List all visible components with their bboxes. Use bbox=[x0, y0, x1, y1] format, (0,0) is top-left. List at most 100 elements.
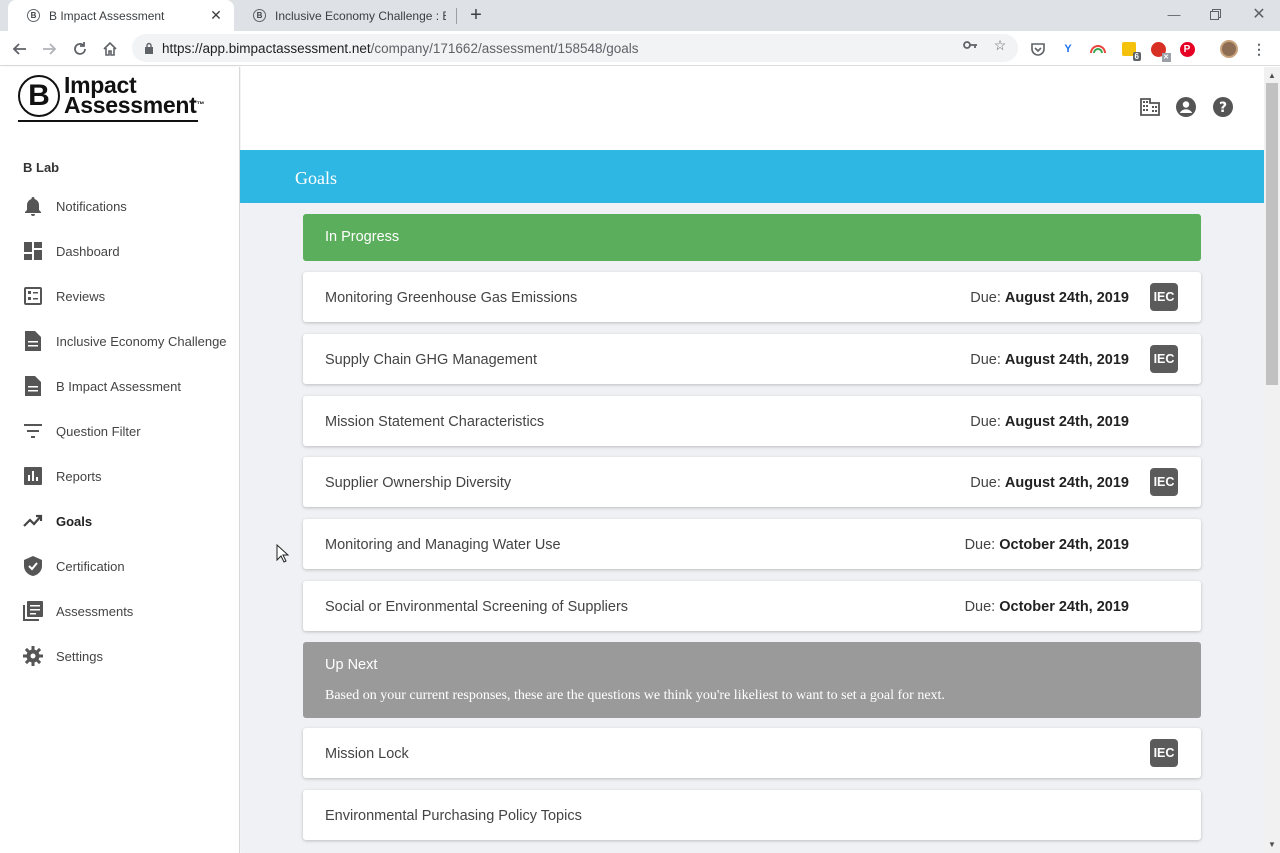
iec-badge: IEC bbox=[1150, 345, 1178, 373]
sidebar-item-certification[interactable]: Certification bbox=[23, 551, 233, 581]
suggested-goal-card[interactable]: Environmental Purchasing Policy Topics bbox=[303, 790, 1201, 840]
goal-due-date: Due: August 24th, 2019 bbox=[970, 414, 1129, 430]
suggested-goal-card[interactable]: Mission Lock IEC bbox=[303, 728, 1201, 778]
account-circle-icon[interactable] bbox=[1175, 96, 1197, 118]
goal-card[interactable]: Social or Environmental Screening of Sup… bbox=[303, 581, 1201, 631]
goal-due-date: Due: October 24th, 2019 bbox=[964, 537, 1129, 553]
browser-tab-inactive[interactable]: B Inclusive Economy Challenge : B bbox=[234, 0, 456, 31]
svg-text:?: ? bbox=[1219, 100, 1227, 116]
sidebar-item-settings[interactable]: Settings bbox=[23, 641, 233, 671]
key-icon[interactable] bbox=[962, 37, 978, 53]
help-circle-icon[interactable]: ? bbox=[1212, 96, 1234, 118]
goal-title: Social or Environmental Screening of Sup… bbox=[325, 599, 629, 615]
tab-title: Inclusive Economy Challenge : B bbox=[275, 8, 446, 23]
browser-toolbar: https://app.bimpactassessment.net/compan… bbox=[0, 31, 1280, 66]
goal-title: Mission Lock bbox=[325, 746, 409, 762]
star-icon[interactable]: ☆ bbox=[992, 37, 1008, 53]
goal-title: Monitoring Greenhouse Gas Emissions bbox=[325, 290, 578, 306]
sidebar-item-b-impact-assessment[interactable]: B Impact Assessment bbox=[23, 371, 233, 401]
goal-title: Mission Statement Characteristics bbox=[325, 414, 545, 430]
address-bar[interactable]: https://app.bimpactassessment.net/compan… bbox=[132, 34, 1018, 62]
document-icon bbox=[23, 331, 43, 351]
goal-title: Supplier Ownership Diversity bbox=[325, 475, 512, 491]
gear-icon bbox=[23, 646, 43, 666]
org-name: B Lab bbox=[23, 160, 60, 175]
rainbow-extension-icon[interactable] bbox=[1089, 40, 1107, 58]
sidebar-item-inclusive-economy-challenge[interactable]: Inclusive Economy Challenge bbox=[23, 326, 233, 356]
sidebar-item-question-filter[interactable]: Question Filter bbox=[23, 416, 233, 446]
profile-avatar-icon[interactable] bbox=[1220, 40, 1238, 58]
iec-badge: IEC bbox=[1150, 739, 1178, 767]
red-extension-icon[interactable]: ✕ bbox=[1149, 40, 1171, 62]
browser-tab-active[interactable]: B B Impact Assessment ✕ bbox=[8, 0, 234, 31]
bell-icon bbox=[23, 196, 43, 216]
reload-icon[interactable] bbox=[69, 38, 91, 60]
pinterest-extension-icon[interactable]: P bbox=[1178, 40, 1196, 58]
company-building-icon[interactable] bbox=[1139, 96, 1161, 118]
notes-extension-icon[interactable]: 6 bbox=[1120, 40, 1141, 61]
scrollbar-thumb[interactable] bbox=[1266, 83, 1278, 385]
extension-badge: 6 bbox=[1132, 52, 1141, 61]
sidebar-item-goals[interactable]: Goals bbox=[23, 506, 233, 536]
pocket-extension-icon[interactable] bbox=[1029, 40, 1047, 58]
goal-title: Environmental Purchasing Policy Topics bbox=[325, 808, 582, 824]
goal-due-date: Due: August 24th, 2019 bbox=[970, 290, 1129, 306]
goal-due-date: Due: October 24th, 2019 bbox=[964, 599, 1129, 615]
filter-icon bbox=[23, 421, 43, 441]
sidebar-item-dashboard[interactable]: Dashboard bbox=[23, 236, 233, 266]
section-description: Based on your current responses, these a… bbox=[325, 688, 945, 703]
goal-card[interactable]: Mission Statement Characteristics Due: A… bbox=[303, 396, 1201, 446]
goal-card[interactable]: Supplier Ownership Diversity Due: August… bbox=[303, 457, 1201, 507]
sidebar-item-reports[interactable]: Reports bbox=[23, 461, 233, 491]
new-tab-button[interactable]: + bbox=[466, 5, 486, 25]
goal-title: Monitoring and Managing Water Use bbox=[325, 537, 561, 553]
goal-card[interactable]: Supply Chain GHG Management Due: August … bbox=[303, 334, 1201, 384]
sidebar-item-reviews[interactable]: Reviews bbox=[23, 281, 233, 311]
page-title: Goals bbox=[295, 168, 337, 188]
app-header: ? bbox=[241, 67, 1264, 150]
logo-wordmark: Impact Assessment™ bbox=[64, 72, 205, 118]
document-icon bbox=[23, 376, 43, 396]
sidebar-item-notifications[interactable]: Notifications bbox=[23, 191, 233, 221]
in-progress-header: In Progress bbox=[303, 214, 1201, 261]
b-favicon-icon: B bbox=[27, 9, 40, 22]
logo-b-mark: B bbox=[18, 75, 60, 117]
sidebar: B Impact Assessment™ B Lab Notifications… bbox=[0, 67, 240, 853]
scroll-up-arrow-icon[interactable]: ▲ bbox=[1264, 67, 1280, 83]
iec-badge: IEC bbox=[1150, 283, 1178, 311]
home-icon[interactable] bbox=[99, 38, 121, 60]
browser-tabstrip: B B Impact Assessment ✕ B Inclusive Econ… bbox=[0, 0, 1280, 31]
goal-card[interactable]: Monitoring Greenhouse Gas Emissions Due:… bbox=[303, 272, 1201, 322]
mouse-cursor-icon bbox=[276, 544, 289, 563]
b-favicon-icon: B bbox=[253, 9, 266, 22]
window-close-icon[interactable]: ✕ bbox=[1247, 4, 1271, 24]
lock-icon bbox=[145, 42, 153, 54]
goal-due-date: Due: August 24th, 2019 bbox=[970, 475, 1129, 491]
back-arrow-icon[interactable] bbox=[9, 38, 31, 60]
page-title-banner: Goals bbox=[240, 150, 1264, 203]
section-title: In Progress bbox=[325, 229, 400, 245]
section-title: Up Next bbox=[325, 657, 378, 673]
up-next-header: Up Next Based on your current responses,… bbox=[303, 642, 1201, 718]
b-impact-logo[interactable]: B Impact Assessment™ bbox=[18, 72, 205, 118]
bar-chart-icon bbox=[23, 466, 43, 486]
logo-underline bbox=[18, 120, 198, 122]
restore-icon[interactable] bbox=[1203, 4, 1227, 24]
goal-title: Supply Chain GHG Management bbox=[325, 352, 537, 368]
minimize-icon[interactable]: — bbox=[1162, 4, 1186, 24]
iec-badge: IEC bbox=[1150, 468, 1178, 496]
tab-divider bbox=[456, 8, 457, 24]
close-icon[interactable]: ✕ bbox=[208, 7, 224, 24]
url-host: https://app.bimpactassessment.net bbox=[162, 40, 371, 56]
scroll-down-arrow-icon[interactable]: ▼ bbox=[1264, 836, 1280, 852]
shield-check-icon bbox=[23, 556, 43, 576]
dashboard-icon bbox=[23, 241, 43, 261]
sidebar-item-assessments[interactable]: Assessments bbox=[23, 596, 233, 626]
forward-arrow-icon[interactable] bbox=[38, 38, 60, 60]
browser-menu-icon[interactable]: ⋮ bbox=[1250, 40, 1268, 58]
vpn-extension-icon[interactable]: Y bbox=[1059, 40, 1077, 58]
goal-due-date: Due: August 24th, 2019 bbox=[970, 352, 1129, 368]
reviews-icon bbox=[23, 286, 43, 306]
goal-card[interactable]: Monitoring and Managing Water Use Due: O… bbox=[303, 519, 1201, 569]
trending-up-icon bbox=[23, 511, 43, 531]
